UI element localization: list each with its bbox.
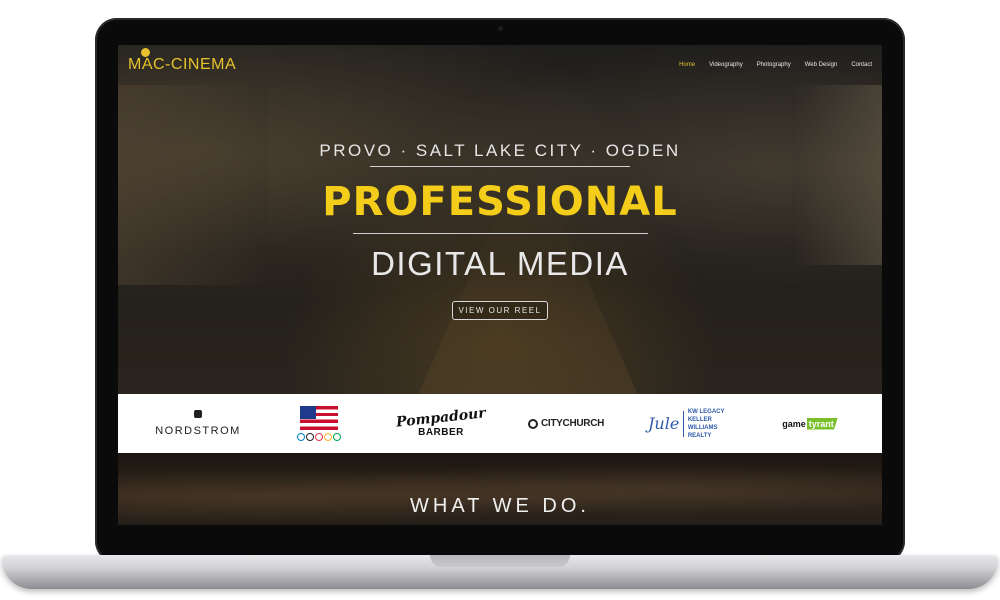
what-we-do-section: WHAT WE DO. bbox=[118, 453, 882, 525]
olympic-rings-icon bbox=[297, 433, 341, 441]
logo-camera-icon bbox=[141, 48, 150, 57]
nav-videography[interactable]: Videography bbox=[709, 62, 743, 68]
hero-divider-bottom bbox=[353, 233, 648, 234]
client-nordstrom: NORDSTROM bbox=[148, 394, 248, 453]
hero-subhead: DIGITAL MEDIA bbox=[371, 245, 629, 282]
citychurch-icon bbox=[527, 418, 538, 429]
nav-photography[interactable]: Photography bbox=[757, 62, 791, 68]
section-title: WHAT WE DO. bbox=[410, 495, 590, 517]
nordstrom-icon bbox=[194, 410, 202, 418]
citychurch-label: CITYCHURCH bbox=[540, 418, 605, 429]
kw-text: KW LEGACY KELLER WILLIAMS REALTY bbox=[688, 408, 730, 440]
kw-divider bbox=[683, 410, 684, 437]
gametyrant-tyrant: tyrant bbox=[806, 417, 838, 430]
camera-icon bbox=[498, 26, 503, 31]
client-gametyrant: game tyrant bbox=[770, 394, 850, 453]
laptop-notch bbox=[430, 555, 570, 567]
hero-headline: PROFESSIONAL bbox=[322, 179, 678, 225]
kw-line2: KELLER WILLIAMS REALTY bbox=[687, 416, 718, 439]
main-nav: Home Videography Photography Web Design … bbox=[679, 62, 872, 68]
kw-signature: Jule bbox=[648, 414, 680, 433]
us-flag-icon bbox=[300, 406, 338, 430]
client-citychurch: CITYCHURCH bbox=[521, 394, 611, 453]
laptop-screen: MAC-CINEMA Home Videography Photography … bbox=[118, 45, 882, 525]
nordstrom-label: NORDSTROM bbox=[155, 425, 241, 437]
view-reel-button[interactable]: VIEW OUR REEL bbox=[452, 301, 548, 320]
hero-section: MAC-CINEMA Home Videography Photography … bbox=[118, 45, 882, 395]
logo-text: MAC-CINEMA bbox=[128, 56, 237, 73]
client-barber: Pompadour BARBER bbox=[395, 394, 486, 453]
client-kw-legacy: Jule KW LEGACY KELLER WILLIAMS REALTY bbox=[648, 394, 730, 453]
hero-cities: PROVO · SALT LAKE CITY · OGDEN bbox=[319, 141, 681, 160]
kw-line1: KW LEGACY bbox=[687, 408, 725, 415]
gametyrant-game: game bbox=[782, 418, 806, 429]
site-logo[interactable]: MAC-CINEMA bbox=[128, 56, 236, 74]
client-usa-olympics bbox=[296, 394, 342, 453]
client-logo-strip: NORDSTROM Pompadour BARBER CITYCHURCH Ju… bbox=[118, 394, 882, 453]
hero-divider-top bbox=[370, 166, 630, 167]
nav-web-design[interactable]: Web Design bbox=[805, 62, 838, 68]
barber-label: BARBER bbox=[418, 426, 464, 438]
nav-home[interactable]: Home bbox=[679, 62, 695, 68]
nav-contact[interactable]: Contact bbox=[851, 62, 872, 68]
